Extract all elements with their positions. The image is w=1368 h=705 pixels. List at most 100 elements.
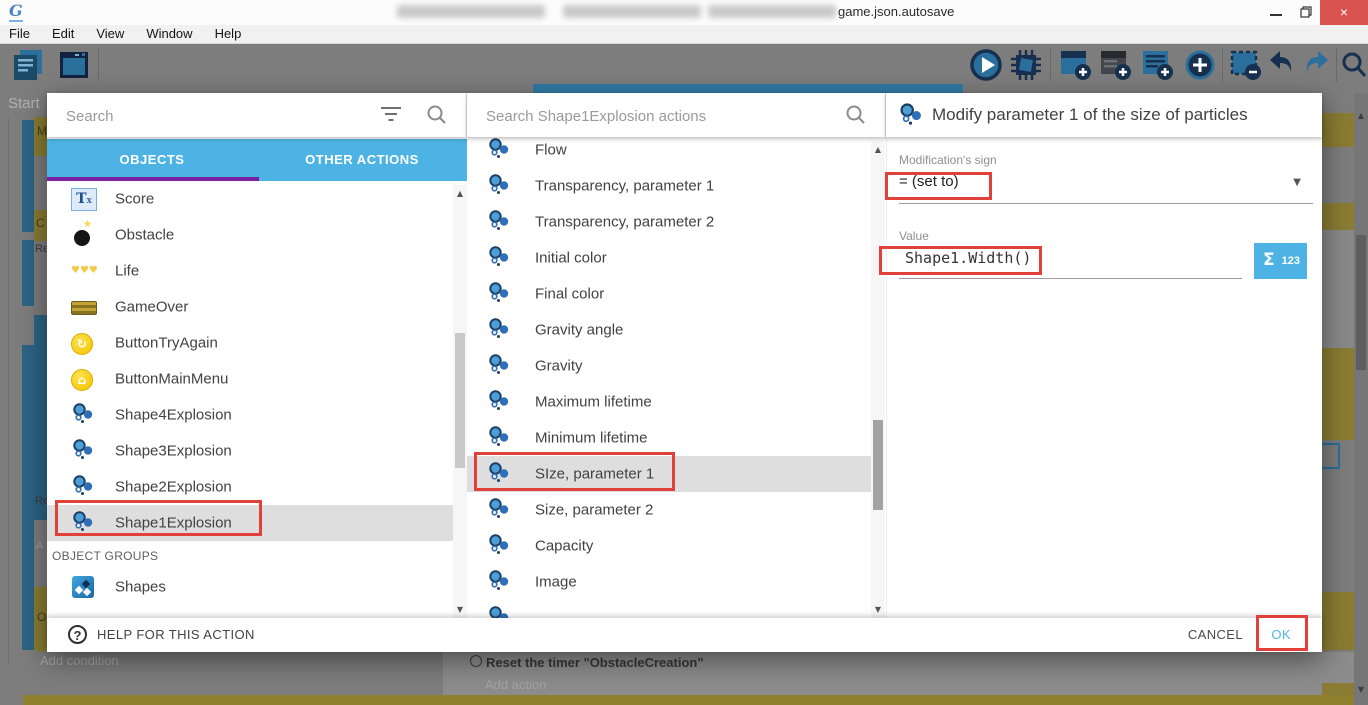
object-list-item[interactable]: ★Obstacle <box>47 217 453 253</box>
expression-builder-button[interactable]: Σ 123 <box>1254 243 1307 279</box>
menu-file[interactable]: File <box>0 25 41 43</box>
title-bar: G game.json.autosave × <box>0 0 1368 26</box>
scroll-down-icon[interactable]: ▼ <box>453 605 467 614</box>
minimize-button[interactable] <box>1262 0 1290 25</box>
action-list-item[interactable]: Size, parameter 2 <box>467 492 871 528</box>
object-list-item[interactable]: ↻ButtonTryAgain <box>47 325 453 361</box>
action-list-item[interactable]: Maximum lifetime <box>467 384 871 420</box>
particles-icon <box>487 353 513 379</box>
scene-tab-label: Start <box>8 95 40 112</box>
tab-objects[interactable]: OBJECTS <box>47 139 257 181</box>
object-list-item-label: ButtonMainMenu <box>115 371 228 388</box>
scroll-up-icon[interactable]: ▲ <box>1354 111 1368 120</box>
restore-button[interactable] <box>1292 0 1320 25</box>
action-list-item[interactable]: Gravity angle <box>467 312 871 348</box>
object-list-item[interactable]: Shape4Explosion <box>47 397 453 433</box>
help-icon[interactable]: ? <box>68 625 87 644</box>
particles-icon <box>71 402 97 428</box>
scroll-up-icon[interactable]: ▲ <box>871 145 885 154</box>
menu-window[interactable]: Window <box>135 25 203 43</box>
remove-selection-icon[interactable] <box>1228 47 1264 88</box>
object-search-input[interactable] <box>64 100 368 132</box>
action-list-item-label: Gravity <box>535 358 583 375</box>
particles-icon <box>487 281 513 307</box>
add-circle-icon[interactable] <box>1182 47 1218 88</box>
close-button[interactable]: × <box>1320 0 1368 25</box>
action-list-item[interactable]: Gravity <box>467 348 871 384</box>
action-list-item[interactable]: SIze, parameter 1 <box>467 456 871 492</box>
value-input[interactable] <box>903 248 1237 268</box>
action-list-scrollbar[interactable]: ▲ ▼ <box>871 141 885 618</box>
object-list-item[interactable]: Shape3Explosion <box>47 433 453 469</box>
menu-bar: FileEditViewWindowHelp <box>0 25 1368 44</box>
active-tab-indicator <box>47 177 259 181</box>
object-list-item[interactable]: TxScore <box>47 181 453 217</box>
editor-header: Modify parameter 1 of the size of partic… <box>886 93 1322 137</box>
search-icon[interactable] <box>1340 47 1368 86</box>
object-list-item[interactable]: Shape1Explosion <box>47 505 453 541</box>
toolbar-separator <box>1222 48 1223 82</box>
search-icon[interactable] <box>426 104 448 131</box>
scroll-down-icon[interactable]: ▼ <box>871 605 885 614</box>
action-list-item[interactable]: Transparency, parameter 1 <box>467 168 871 204</box>
background-event-bar <box>23 695 1354 705</box>
particles-icon <box>71 474 97 500</box>
group-list-item[interactable]: Shapes <box>47 569 453 605</box>
chevron-down-icon[interactable]: ▼ <box>1293 177 1301 188</box>
particles-icon <box>71 438 97 464</box>
object-list-item-label: Score <box>115 191 154 208</box>
search-icon[interactable] <box>845 104 867 131</box>
object-list-item[interactable]: ♥♥♥Life <box>47 253 453 289</box>
value-underline <box>899 278 1242 279</box>
action-search-card <box>467 93 886 137</box>
scroll-up-icon[interactable]: ▲ <box>453 189 467 198</box>
object-list-item-label: GameOver <box>115 299 188 316</box>
scroll-down-icon[interactable]: ▼ <box>1354 685 1368 694</box>
sign-select[interactable]: = (set to) <box>899 173 959 190</box>
undo-icon[interactable] <box>1266 47 1300 86</box>
cancel-button[interactable]: CANCEL <box>1188 618 1243 652</box>
action-list-item[interactable]: Transparency, parameter 2 <box>467 204 871 240</box>
main-scrollbar[interactable]: ▲ ▼ <box>1354 93 1368 705</box>
add-comment-icon[interactable] <box>1140 47 1176 88</box>
gameover-banner-icon <box>71 294 97 320</box>
scrollbar-thumb[interactable] <box>1356 235 1366 370</box>
action-list-item[interactable]: Minimum lifetime <box>467 420 871 456</box>
object-groups-header: OBJECT GROUPS <box>47 541 453 569</box>
particles-icon <box>487 137 513 163</box>
object-list-item[interactable]: GameOver <box>47 289 453 325</box>
particles-icon <box>487 605 513 618</box>
action-list-item[interactable]: Initial color <box>467 240 871 276</box>
add-subevent-icon[interactable] <box>1098 47 1134 88</box>
object-list-scrollbar[interactable]: ▲ ▼ <box>453 185 467 618</box>
redo-icon[interactable] <box>1298 47 1332 86</box>
debug-icon[interactable] <box>1008 47 1044 88</box>
menu-edit[interactable]: Edit <box>41 25 85 43</box>
action-list-item-partial[interactable] <box>467 600 871 618</box>
action-list-item[interactable]: Capacity <box>467 528 871 564</box>
add-event-icon[interactable] <box>1058 47 1094 88</box>
menu-view[interactable]: View <box>85 25 135 43</box>
object-list-item-label: Shape3Explosion <box>115 443 232 460</box>
menu-help[interactable]: Help <box>204 25 253 43</box>
object-list-item[interactable]: Shape2Explosion <box>47 469 453 505</box>
action-list-item[interactable]: Image <box>467 564 871 600</box>
timer-icon <box>470 655 482 667</box>
object-list: TxScore★Obstacle♥♥♥Life GameOver ↻ButtonTr… <box>47 181 453 618</box>
scrollbar-thumb[interactable] <box>873 420 883 510</box>
action-list-item[interactable]: Final color <box>467 276 871 312</box>
ok-button[interactable]: OK <box>1271 618 1291 652</box>
action-list-item[interactable]: Flow <box>467 137 871 168</box>
object-list-item[interactable]: ⌂ButtonMainMenu <box>47 361 453 397</box>
project-manager-icon[interactable] <box>10 47 46 88</box>
tab-other-actions[interactable]: OTHER ACTIONS <box>257 139 467 181</box>
reset-timer-text: Reset the timer "ObstacleCreation" <box>486 655 704 670</box>
action-search-input[interactable] <box>484 100 818 132</box>
filter-icon[interactable] <box>380 107 402 123</box>
scene-editor-icon[interactable] <box>56 47 92 88</box>
help-link[interactable]: HELP FOR THIS ACTION <box>97 618 255 652</box>
play-icon[interactable] <box>968 47 1004 88</box>
window-title: game.json.autosave <box>838 4 954 19</box>
scrollbar-thumb[interactable] <box>455 333 465 468</box>
blurred-title-segment <box>708 5 836 18</box>
